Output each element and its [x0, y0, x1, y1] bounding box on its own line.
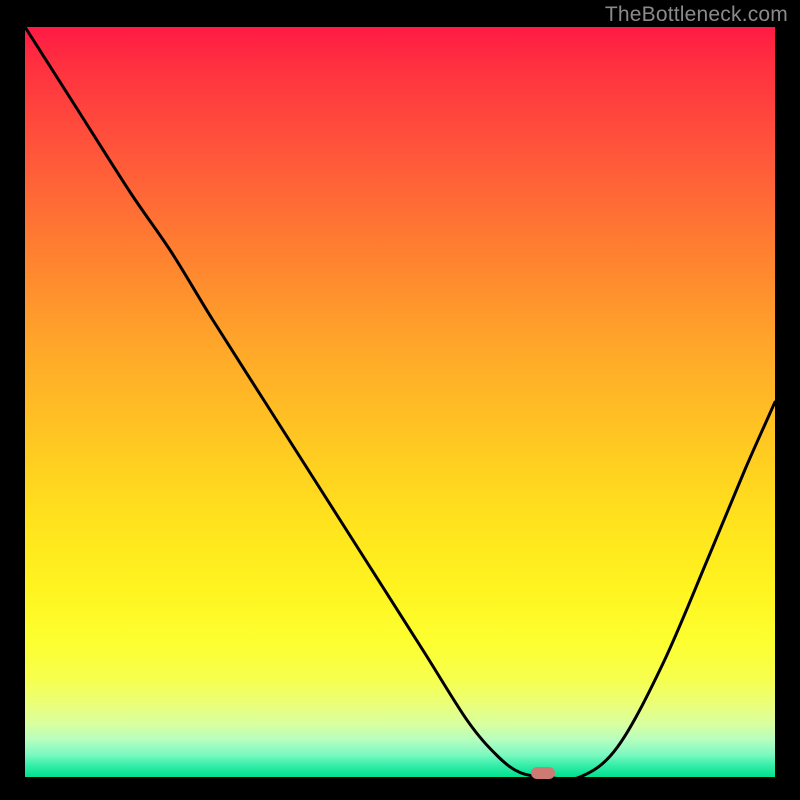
bottleneck-curve — [25, 27, 775, 777]
optimal-marker — [531, 767, 555, 779]
watermark-text: TheBottleneck.com — [605, 3, 788, 27]
plot-area — [25, 27, 775, 777]
curve-svg — [25, 27, 775, 777]
chart-frame: TheBottleneck.com — [0, 0, 800, 800]
